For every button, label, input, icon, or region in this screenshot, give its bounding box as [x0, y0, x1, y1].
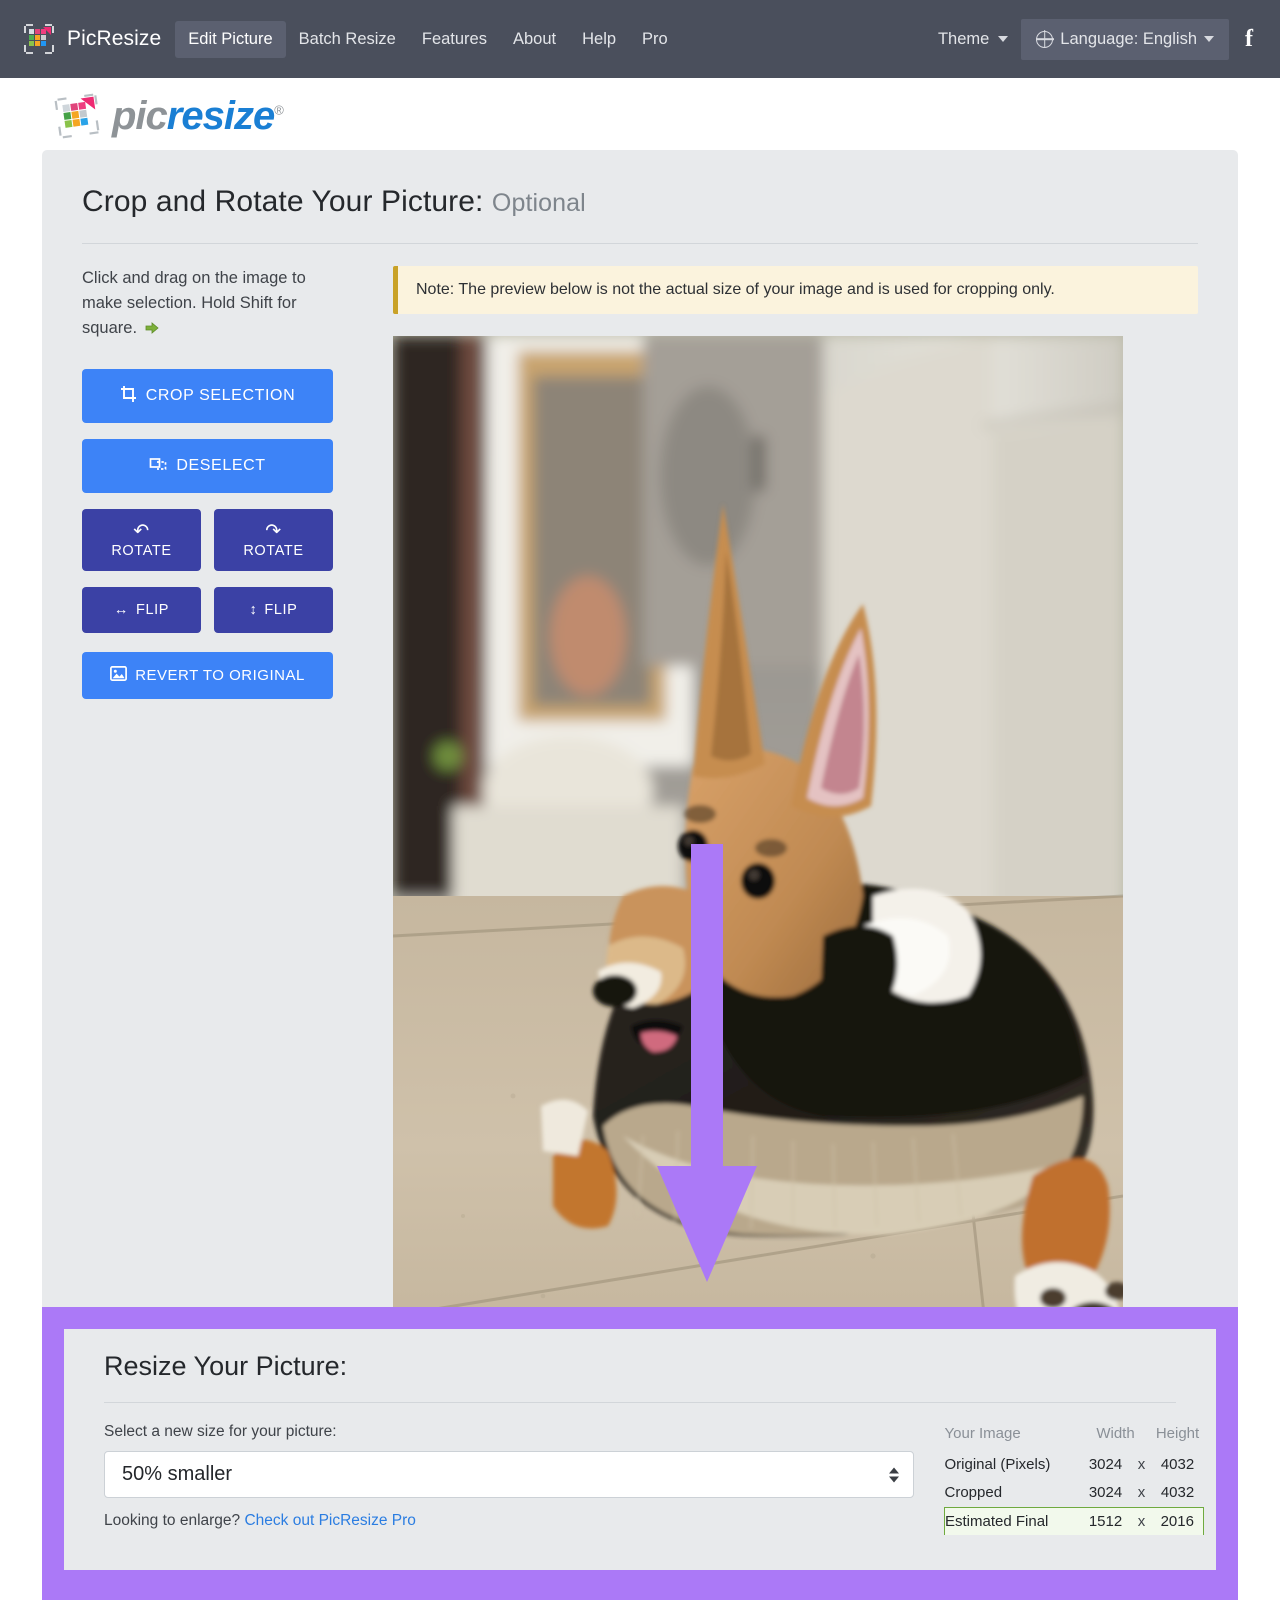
row-height-original: 4032	[1160, 1456, 1195, 1474]
flip-horizontal-label: FLIP	[136, 602, 170, 619]
picresize-mosaic-icon	[22, 22, 56, 56]
deselect-label: DESELECT	[176, 457, 266, 475]
theme-label: Theme	[937, 29, 990, 48]
rotate-ccw-button[interactable]: ↶ ROTATE	[82, 509, 201, 572]
resize-controls: Select a new size for your picture: 50% …	[104, 1423, 944, 1535]
purple-down-arrow-annotation	[651, 844, 763, 1284]
size-select-label: Select a new size for your picture:	[104, 1423, 337, 1440]
chevron-down-icon	[1204, 36, 1214, 42]
row-x-estimated: x	[1131, 1506, 1152, 1536]
brand-name: PicResize	[67, 27, 162, 50]
logo-text-resize: resize	[166, 94, 275, 138]
revert-label: REVERT TO ORIGINAL	[135, 667, 305, 685]
rotate-cw-label: ROTATE	[243, 542, 304, 559]
facebook-icon[interactable]: f	[1229, 26, 1262, 53]
col-width: Width	[1096, 1425, 1135, 1442]
table-header-row: Your Image Width Height	[945, 1425, 1204, 1451]
nav-link-pro[interactable]: Pro	[629, 21, 681, 58]
row-label-cropped: Cropped	[944, 1483, 1003, 1501]
picresize-mosaic-icon	[52, 92, 104, 140]
rotate-button-row: ↶ ROTATE ↷ ROTATE	[82, 509, 365, 572]
crop-hint-text: Click and drag on the image to make sele…	[82, 269, 306, 338]
picresize-pro-link[interactable]: Check out PicResize Pro	[244, 1512, 415, 1529]
panel-columns: Click and drag on the image to make sele…	[42, 244, 1238, 1396]
col-height: Height	[1155, 1425, 1200, 1442]
page-title-optional: Optional	[491, 189, 586, 217]
flip-vertical-label: FLIP	[264, 602, 298, 619]
deselect-icon	[149, 455, 168, 478]
picresize-wordmark: picresize®	[112, 94, 284, 138]
nav-link-features[interactable]: Features	[409, 21, 500, 58]
rotate-ccw-label: ROTATE	[111, 542, 172, 559]
size-select-wrapper[interactable]: 50% smaller	[104, 1451, 914, 1498]
rotate-cw-icon: ↷	[265, 520, 282, 542]
deselect-button[interactable]: DESELECT	[82, 439, 333, 494]
globe-icon	[1036, 30, 1054, 48]
flip-vertical-button[interactable]: ↕ FLIP	[214, 587, 333, 634]
picresize-logo[interactable]: picresize®	[52, 92, 284, 140]
enlarge-hint: Looking to enlarge? Check out PicResize …	[104, 1512, 914, 1530]
row-height-estimated: 2016	[1151, 1506, 1204, 1536]
crop-selection-label: CROP SELECTION	[145, 387, 296, 405]
size-select[interactable]: 50% smaller	[104, 1451, 914, 1498]
preview-note: Note: The preview below is not the actua…	[393, 266, 1198, 314]
green-right-arrow-icon	[145, 317, 159, 335]
nav-links: Edit Picture Batch Resize Features About…	[175, 20, 681, 58]
table-row-estimated-final: Estimated Final 1512 x 2016	[944, 1506, 1204, 1536]
rotate-cw-button[interactable]: ↷ ROTATE	[214, 509, 333, 572]
crop-rotate-panel: Crop and Rotate Your Picture: Optional C…	[42, 150, 1238, 1396]
row-width-original: 3024	[1088, 1456, 1123, 1474]
row-x-original: x	[1137, 1456, 1146, 1474]
language-dropdown[interactable]: Language: English	[1021, 18, 1229, 60]
rotate-ccw-icon: ↶	[133, 520, 150, 542]
page-title: Crop and Rotate Your Picture: Optional	[42, 150, 1238, 219]
nav-link-about[interactable]: About	[500, 21, 569, 58]
size-summary: Your Image Width Height Original (Pixels…	[944, 1423, 1204, 1536]
image-icon	[110, 666, 128, 685]
crop-hint: Click and drag on the image to make sele…	[82, 266, 327, 341]
resize-section-highlight: Resize Your Picture: Select a new size f…	[42, 1307, 1238, 1600]
row-width-estimated: 1512	[1079, 1506, 1132, 1536]
revert-to-original-button[interactable]: REVERT TO ORIGINAL	[82, 652, 333, 700]
size-table: Your Image Width Height Original (Pixels…	[944, 1425, 1204, 1536]
nav-right-group: Theme Language: English f	[925, 18, 1262, 60]
table-row: Original (Pixels) 3024 x 4032	[945, 1451, 1204, 1479]
top-navbar: PicResize Edit Picture Batch Resize Feat…	[0, 0, 1280, 78]
logo-bar: picresize®	[0, 78, 1280, 154]
logo-text-pic: pic	[112, 94, 168, 138]
theme-dropdown[interactable]: Theme	[925, 21, 1021, 58]
flip-vertical-icon: ↕	[249, 602, 258, 619]
table-row: Cropped 3024 x 4032	[945, 1479, 1204, 1507]
tools-column: Click and drag on the image to make sele…	[82, 266, 365, 1396]
row-label-original: Original (Pixels)	[944, 1456, 1051, 1473]
select-stepper-icon	[889, 1467, 899, 1482]
row-height-cropped: 4032	[1160, 1484, 1195, 1502]
enlarge-text: Looking to enlarge?	[104, 1512, 241, 1529]
image-preview[interactable]	[393, 336, 1123, 1396]
crop-selection-button[interactable]: CROP SELECTION	[82, 369, 333, 424]
row-x-cropped: x	[1137, 1484, 1146, 1502]
page-title-main: Crop and Rotate Your Picture:	[82, 185, 484, 218]
nav-link-edit-picture[interactable]: Edit Picture	[175, 20, 286, 58]
resize-panel: Resize Your Picture: Select a new size f…	[64, 1329, 1216, 1570]
flip-horizontal-icon: ↔	[113, 602, 130, 619]
resize-title: Resize Your Picture:	[104, 1351, 348, 1381]
preview-column: Note: The preview below is not the actua…	[365, 266, 1198, 1396]
row-label-estimated: Estimated Final	[944, 1506, 1080, 1536]
preview-note-text: Note: The preview below is not the actua…	[416, 281, 1055, 298]
registered-mark: ®	[274, 102, 284, 118]
row-width-cropped: 3024	[1088, 1484, 1123, 1502]
chevron-down-icon	[998, 36, 1009, 42]
flip-button-row: ↔ FLIP ↕ FLIP	[82, 587, 365, 634]
resize-body: Select a new size for your picture: 50% …	[64, 1403, 1216, 1536]
nav-link-batch-resize[interactable]: Batch Resize	[286, 21, 409, 58]
nav-link-help[interactable]: Help	[569, 21, 629, 58]
col-your-image: Your Image	[944, 1425, 1021, 1442]
language-label: Language: English	[1060, 29, 1197, 48]
flip-horizontal-button[interactable]: ↔ FLIP	[82, 587, 201, 634]
crop-icon	[120, 385, 138, 408]
brand[interactable]: PicResize	[22, 22, 161, 56]
